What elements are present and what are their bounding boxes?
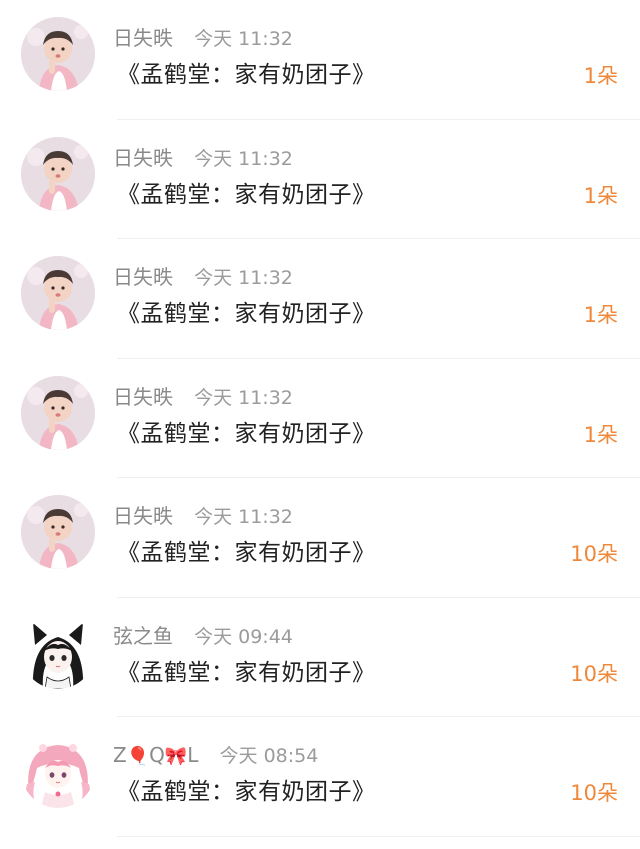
name-char: Q xyxy=(149,743,165,767)
timestamp: 今天 09:44 xyxy=(194,625,293,648)
item-meta: 弦之鱼 今天 09:44 xyxy=(113,623,293,649)
timestamp: 今天 11:32 xyxy=(194,386,293,409)
gift-list: 日失昳 今天 11:32 《孟鹤堂：家有奶团子》 1朵 日失昳 今天 11:32… xyxy=(0,0,640,837)
user-name[interactable]: 日失昳 xyxy=(113,265,173,289)
timestamp: 今天 11:32 xyxy=(194,506,293,528)
flower-count: 1朵 xyxy=(583,303,618,327)
user-name[interactable]: 弦之鱼 xyxy=(113,624,173,648)
balloon-icon: 🎈 xyxy=(126,746,150,767)
timestamp: 今天 08:54 xyxy=(219,745,319,767)
item-meta: 日失昳 今天 11:32 xyxy=(113,384,293,410)
child-photo-avatar[interactable] xyxy=(21,375,95,450)
item-meta: 日失昳 今天 11:32 xyxy=(113,145,293,171)
anime-cat-girl-avatar[interactable] xyxy=(21,614,95,689)
list-item[interactable]: Z🎈Q🎀L 今天 08:54 《孟鹤堂：家有奶团子》 10朵 xyxy=(0,717,640,837)
child-photo-avatar[interactable] xyxy=(21,17,95,91)
list-item[interactable]: 日失昳 今天 11:32 《孟鹤堂：家有奶团子》 1朵 xyxy=(0,120,640,239)
timestamp: 今天 11:32 xyxy=(194,28,293,50)
child-photo-avatar[interactable] xyxy=(21,495,95,569)
child-photo-avatar[interactable] xyxy=(21,256,95,330)
item-meta: 日失昳 今天 11:32 xyxy=(113,264,293,290)
flower-count: 1朵 xyxy=(583,183,618,208)
divider xyxy=(117,835,640,837)
list-item[interactable]: 弦之鱼 今天 09:44 《孟鹤堂：家有奶团子》 10朵 xyxy=(0,598,640,717)
flower-count: 1朵 xyxy=(583,64,618,88)
item-title: 《孟鹤堂：家有奶团子》 xyxy=(117,779,376,805)
child-photo-avatar[interactable] xyxy=(21,136,95,211)
item-title: 《孟鹤堂：家有奶团子》 xyxy=(117,540,376,566)
list-item[interactable]: 日失昳 今天 11:32 《孟鹤堂：家有奶团子》 1朵 xyxy=(0,0,640,120)
ribbon-icon: 🎀 xyxy=(164,746,188,767)
user-name[interactable]: Z🎈Q🎀L xyxy=(113,743,198,767)
anime-pink-hair-girl-avatar[interactable] xyxy=(21,734,95,808)
item-title: 《孟鹤堂：家有奶团子》 xyxy=(117,62,376,88)
user-name[interactable]: 日失昳 xyxy=(113,26,173,50)
item-title: 《孟鹤堂：家有奶团子》 xyxy=(117,420,376,447)
flower-count: 10朵 xyxy=(570,542,618,566)
item-title: 《孟鹤堂：家有奶团子》 xyxy=(117,301,376,327)
flower-count: 1朵 xyxy=(583,422,618,447)
list-item[interactable]: 日失昳 今天 11:32 《孟鹤堂：家有奶团子》 1朵 xyxy=(0,359,640,478)
list-item[interactable]: 日失昳 今天 11:32 《孟鹤堂：家有奶团子》 1朵 xyxy=(0,239,640,359)
flower-count: 10朵 xyxy=(570,781,618,805)
user-name[interactable]: 日失昳 xyxy=(113,504,173,528)
timestamp: 今天 11:32 xyxy=(194,147,293,170)
item-meta: 日失昳 今天 11:32 xyxy=(113,25,293,51)
name-char: Z xyxy=(113,743,127,767)
timestamp: 今天 11:32 xyxy=(194,267,293,289)
flower-count: 10朵 xyxy=(570,661,618,686)
item-meta: 日失昳 今天 11:32 xyxy=(113,503,293,529)
item-meta: Z🎈Q🎀L 今天 08:54 xyxy=(113,742,318,768)
list-item[interactable]: 日失昳 今天 11:32 《孟鹤堂：家有奶团子》 10朵 xyxy=(0,478,640,598)
name-char: L xyxy=(187,743,199,767)
item-title: 《孟鹤堂：家有奶团子》 xyxy=(117,659,376,686)
user-name[interactable]: 日失昳 xyxy=(113,146,173,170)
item-title: 《孟鹤堂：家有奶团子》 xyxy=(117,181,376,208)
user-name[interactable]: 日失昳 xyxy=(113,385,173,409)
